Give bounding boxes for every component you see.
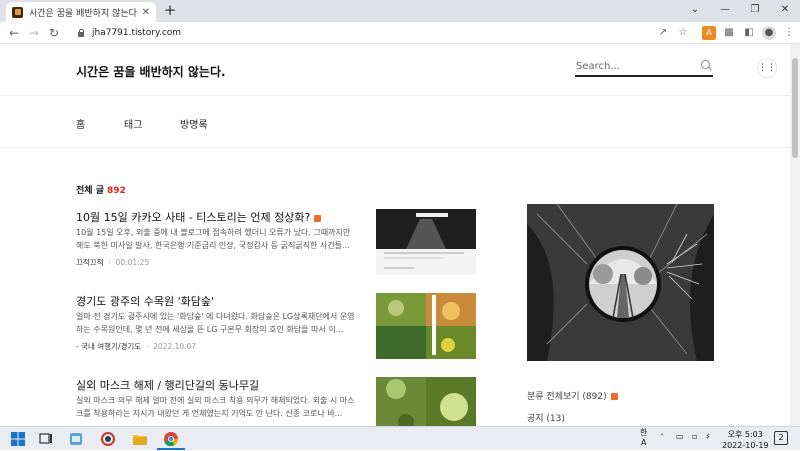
new-badge-icon xyxy=(314,214,322,222)
ime-top: 한 xyxy=(640,428,648,437)
search-app-icon[interactable] xyxy=(100,431,116,447)
browser-window: 시간은 꿈을 배반하지 않는다. ✕ + ⌄ — ❐ ✕ ← → ↻ jha77… xyxy=(0,0,800,450)
post-title[interactable]: 경기도 광주의 수목원 '화담숲' xyxy=(76,293,214,309)
url-text: jha7791.tistory.com xyxy=(92,28,182,38)
lock-icon[interactable] xyxy=(76,28,86,38)
post-title-text: 실외 마스크 해제 / 행리단길의 동나무길 xyxy=(76,379,260,392)
minimize-button[interactable]: — xyxy=(710,0,740,22)
blog-header: 시간은 꿈을 배반하지 않는다. Search... ⋮⋮ xyxy=(0,44,790,96)
post-excerpt: 10월 15일 오후, 외출 중에 내 블로그에 접속하려 했더니 오류가 났다… xyxy=(76,228,351,250)
clock[interactable]: 오후 5:03 2022-10-19 xyxy=(722,429,769,451)
volume-icon[interactable]: ♯ xyxy=(706,432,710,441)
address-bar[interactable]: jha7791.tistory.com xyxy=(70,25,690,41)
post-excerpt: 얼마 전 경기도 광주시에 있는 '화담숲' 에 다녀왔다. 화담숲은 LG상록… xyxy=(76,312,355,334)
post-thumbnail[interactable] xyxy=(376,293,476,359)
restore-button[interactable]: ❐ xyxy=(740,0,770,22)
close-window-button[interactable]: ✕ xyxy=(770,0,800,22)
windows-taskbar: 한A ˆ ▭ ▫ ♯ 오후 5:03 2022-10-19 2 xyxy=(0,426,800,450)
new-badge-icon xyxy=(610,393,618,400)
blog-title[interactable]: 시간은 꿈을 배반하지 않는다. xyxy=(76,63,226,80)
category-notice[interactable]: 공지 (13) xyxy=(527,411,565,424)
post-category[interactable]: 끄적끄적 xyxy=(76,258,104,267)
post-category[interactable]: - 국내 여행기/경기도 xyxy=(76,342,141,351)
post-item[interactable]: 실외 마스크 해제 / 행리단길의 동나무길 실외 마스크 의무 해제 얼마 전… xyxy=(76,377,478,426)
back-icon[interactable]: ← xyxy=(6,25,22,41)
tab-search-icon[interactable]: ⌄ xyxy=(680,0,710,22)
browser-toolbar: ← → ↻ jha7791.tistory.com ↗ ☆ A ▩ ◧ ● ⋮ xyxy=(0,22,800,44)
post-meta: 끄적끄적 · 00:01:25 xyxy=(76,258,150,267)
post-item[interactable]: 10월 15일 카카오 사태 - 티스토리는 언제 정상화? 10월 15일 오… xyxy=(76,209,478,279)
tab-title: 시간은 꿈을 배반하지 않는다. xyxy=(29,8,138,19)
bookmark-star-icon[interactable]: ☆ xyxy=(676,26,690,40)
post-date: 00:01:25 xyxy=(115,258,150,267)
tab-strip: 시간은 꿈을 배반하지 않는다. ✕ + ⌄ — ❐ ✕ xyxy=(0,0,800,22)
notification-count: 2 xyxy=(778,433,784,442)
blog-nav: 홈 태그 방명록 xyxy=(0,96,790,148)
puzzle-extensions-icon[interactable]: ▩ xyxy=(722,26,736,40)
network-icon[interactable]: ▫ xyxy=(692,432,697,441)
windows-start-icon[interactable] xyxy=(10,431,26,447)
ime-bottom: A xyxy=(640,438,647,447)
reload-icon[interactable]: ↻ xyxy=(46,25,62,41)
tab-close-icon[interactable]: ✕ xyxy=(142,7,150,18)
tistory-menu-icon[interactable]: ⋮⋮ xyxy=(757,58,777,78)
file-explorer-icon[interactable] xyxy=(132,431,148,447)
search-placeholder: Search... xyxy=(576,61,620,72)
side-panel-icon[interactable]: ◧ xyxy=(742,26,756,40)
scrollbar-thumb[interactable] xyxy=(792,58,798,158)
post-date: 2022.10.07 xyxy=(153,342,197,351)
favicon-icon xyxy=(12,6,23,18)
app-icon[interactable] xyxy=(68,431,84,447)
search-input[interactable]: Search... xyxy=(575,58,713,77)
ime-indicator[interactable]: 한A xyxy=(640,428,647,448)
menu-kebab-icon[interactable]: ⋮ xyxy=(782,26,796,40)
blog-page: 시간은 꿈을 배반하지 않는다. Search... ⋮⋮ 홈 태그 방명록 전… xyxy=(0,44,790,426)
nav-tags[interactable]: 태그 xyxy=(124,116,142,131)
battery-icon[interactable]: ▭ xyxy=(676,432,684,441)
clock-date: 2022-10-19 xyxy=(722,441,769,450)
post-item[interactable]: 경기도 광주의 수목원 '화담숲' 얼마 전 경기도 광주시에 있는 '화담숲'… xyxy=(76,293,478,363)
page-scrollbar[interactable] xyxy=(790,44,800,426)
new-tab-button[interactable]: + xyxy=(162,2,178,18)
post-title[interactable]: 10월 15일 카카오 사태 - 티스토리는 언제 정상화? xyxy=(76,209,322,225)
post-title[interactable]: 실외 마스크 해제 / 행리단길의 동나무길 xyxy=(76,377,259,393)
post-title-text: 10월 15일 카카오 사태 - 티스토리는 언제 정상화? xyxy=(76,211,311,224)
search-icon[interactable] xyxy=(701,60,711,70)
extension-a-icon[interactable]: A xyxy=(702,26,716,40)
clock-time: 오후 5:03 xyxy=(727,430,763,439)
category-all[interactable]: 분류 전체보기 (892) xyxy=(527,389,618,402)
total-label: 전체 글 xyxy=(76,186,104,196)
browser-tab[interactable]: 시간은 꿈을 배반하지 않는다. ✕ xyxy=(6,2,156,22)
category-notice-label: 공지 (13) xyxy=(527,414,565,424)
share-icon[interactable]: ↗ xyxy=(656,26,670,40)
forward-icon[interactable]: → xyxy=(26,25,42,41)
post-thumbnail[interactable] xyxy=(376,377,476,426)
chrome-icon[interactable] xyxy=(163,431,179,447)
total-posts: 전체 글 892 xyxy=(76,183,126,196)
nav-home[interactable]: 홈 xyxy=(76,116,85,131)
post-thumbnail[interactable] xyxy=(376,209,476,275)
task-view-icon[interactable] xyxy=(38,431,54,447)
category-all-label: 분류 전체보기 (892) xyxy=(527,392,607,402)
profile-avatar-icon[interactable]: ● xyxy=(762,26,776,40)
sidebar-profile-image xyxy=(527,204,714,361)
tray-chevron-icon[interactable]: ˆ xyxy=(660,433,664,442)
notification-icon[interactable]: 2 xyxy=(774,431,788,445)
post-title-text: 경기도 광주의 수목원 '화담숲' xyxy=(76,295,214,308)
post-excerpt: 실외 마스크 의무 해제 얼마 전에 실외 마스크 착용 의무가 해제되었다. … xyxy=(76,396,355,418)
total-count: 892 xyxy=(106,186,126,196)
post-meta: - 국내 여행기/경기도 · 2022.10.07 xyxy=(76,342,197,351)
nav-guestbook[interactable]: 방명록 xyxy=(180,116,208,131)
